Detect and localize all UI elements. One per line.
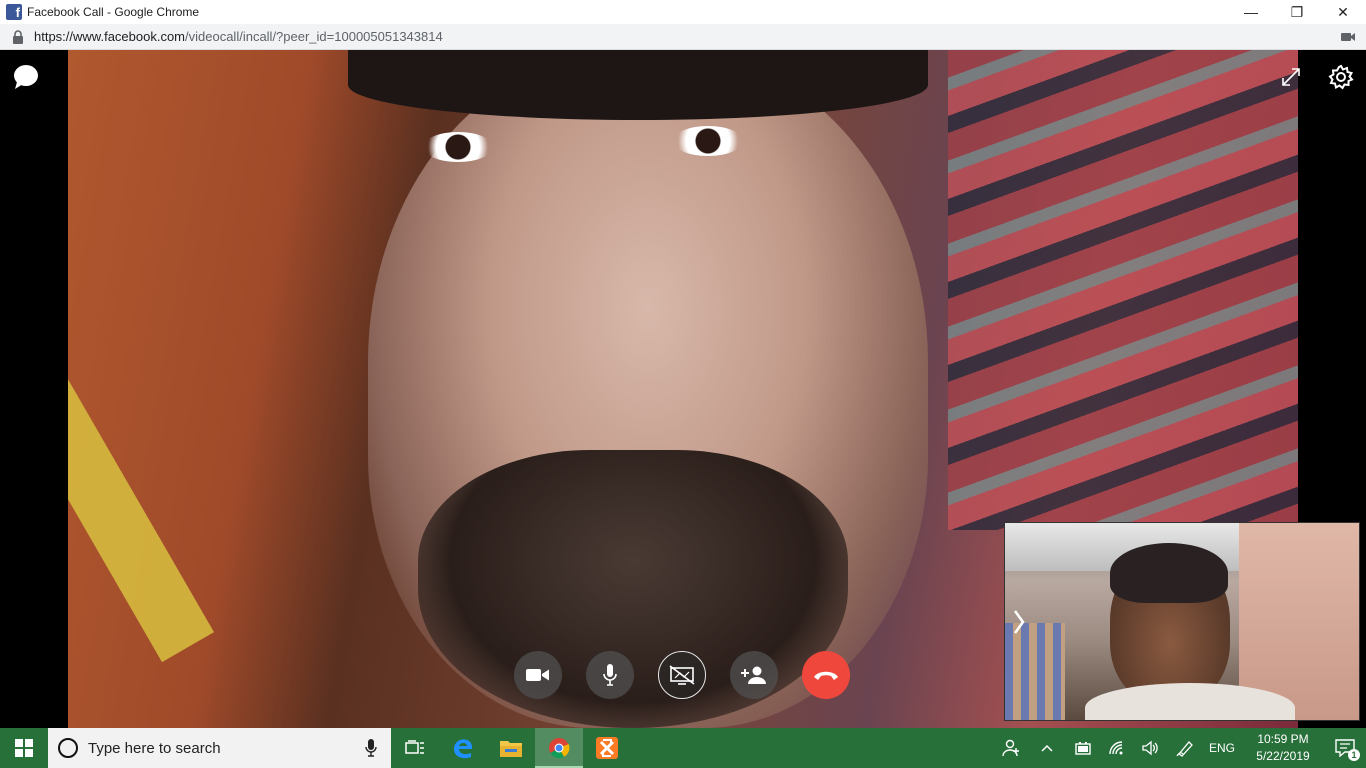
call-stage bbox=[0, 50, 1366, 728]
speaker-icon bbox=[1142, 740, 1158, 756]
caller-eye-left bbox=[423, 132, 493, 162]
chevron-right-icon[interactable] bbox=[1011, 609, 1027, 635]
tray-network-button[interactable] bbox=[1100, 728, 1134, 768]
taskbar-search-input[interactable]: Type here to search bbox=[48, 728, 391, 768]
self-view-curtain bbox=[1005, 623, 1065, 720]
background-fabric bbox=[68, 355, 214, 663]
microphone-toggle-button[interactable] bbox=[586, 651, 634, 699]
show-hidden-icons-button[interactable] bbox=[1028, 728, 1066, 768]
search-placeholder: Type here to search bbox=[88, 739, 221, 757]
close-button[interactable]: ✕ bbox=[1320, 0, 1366, 24]
add-person-icon bbox=[741, 666, 766, 684]
tray-people-button[interactable] bbox=[994, 728, 1028, 768]
language-indicator[interactable]: ENG bbox=[1202, 741, 1242, 755]
windows-logo-icon bbox=[15, 739, 33, 757]
folder-icon bbox=[500, 741, 522, 757]
taskbar-app-file-explorer[interactable] bbox=[487, 728, 535, 768]
self-view-hair bbox=[1110, 543, 1228, 603]
video-camera-icon bbox=[526, 669, 549, 681]
maximize-button[interactable]: ❐ bbox=[1274, 0, 1320, 24]
xampp-icon bbox=[596, 737, 618, 759]
camera-toggle-button[interactable] bbox=[514, 651, 562, 699]
action-center-button[interactable]: 1 bbox=[1324, 728, 1366, 768]
system-tray: ENG 10:59 PM 5/22/2019 1 bbox=[994, 728, 1366, 768]
call-controls bbox=[514, 651, 850, 699]
taskbar-app-edge[interactable] bbox=[439, 728, 487, 768]
camera-permission-icon[interactable] bbox=[1340, 30, 1356, 44]
facebook-favicon-icon: f bbox=[6, 4, 22, 20]
clock-time: 10:59 PM bbox=[1257, 732, 1309, 746]
url-host: https://www.facebook.com bbox=[34, 29, 186, 44]
address-bar[interactable]: https://www.facebook.com/videocall/incal… bbox=[0, 24, 1366, 50]
window-titlebar: f Facebook Call - Google Chrome — ❐ ✕ bbox=[0, 0, 1366, 24]
windows-taskbar: Type here to search ENG 10:59 PM 5/22/20… bbox=[0, 728, 1366, 768]
notification-count-badge: 1 bbox=[1348, 749, 1360, 761]
wifi-icon bbox=[1109, 741, 1123, 755]
hang-up-phone-icon bbox=[814, 671, 838, 680]
url-text[interactable]: https://www.facebook.com/videocall/incal… bbox=[34, 29, 443, 44]
window-controls: — ❐ ✕ bbox=[1228, 0, 1366, 24]
battery-icon bbox=[1075, 742, 1091, 755]
search-microphone-icon[interactable] bbox=[365, 739, 377, 757]
start-button[interactable] bbox=[0, 728, 48, 768]
screen-share-button[interactable] bbox=[658, 651, 706, 699]
taskbar-app-xampp[interactable] bbox=[583, 728, 631, 768]
chat-bubble-icon[interactable] bbox=[12, 63, 40, 91]
edge-icon bbox=[454, 739, 473, 759]
chevron-up-icon bbox=[1041, 744, 1053, 752]
screen-share-off-icon bbox=[669, 665, 695, 685]
lock-icon bbox=[13, 29, 23, 44]
end-call-button[interactable] bbox=[802, 651, 850, 699]
fullscreen-icon[interactable] bbox=[1280, 66, 1302, 88]
taskbar-clock[interactable]: 10:59 PM 5/22/2019 bbox=[1242, 731, 1324, 765]
pen-icon bbox=[1176, 741, 1193, 757]
clock-date: 5/22/2019 bbox=[1256, 749, 1310, 763]
tray-pen-button[interactable] bbox=[1168, 728, 1202, 768]
task-view-icon bbox=[405, 740, 424, 754]
task-view-button[interactable] bbox=[391, 728, 439, 768]
tray-battery-button[interactable] bbox=[1066, 728, 1100, 768]
people-icon bbox=[1002, 739, 1019, 757]
taskbar-app-chrome[interactable] bbox=[535, 728, 583, 768]
cortana-icon bbox=[58, 738, 78, 758]
url-path: /videocall/incall/?peer_id=1000050513438… bbox=[185, 29, 443, 44]
self-view-video[interactable] bbox=[1004, 522, 1360, 721]
window-title: Facebook Call - Google Chrome bbox=[27, 5, 200, 19]
chrome-icon bbox=[549, 738, 570, 759]
caller-hair bbox=[348, 50, 928, 120]
microphone-icon bbox=[603, 664, 617, 686]
caller-eye-right bbox=[673, 126, 743, 156]
gear-icon[interactable] bbox=[1328, 64, 1354, 90]
left-sidebar bbox=[0, 50, 68, 728]
add-person-button[interactable] bbox=[730, 651, 778, 699]
minimize-button[interactable]: — bbox=[1228, 0, 1274, 24]
tray-volume-button[interactable] bbox=[1134, 728, 1168, 768]
background-pillow bbox=[948, 50, 1298, 530]
